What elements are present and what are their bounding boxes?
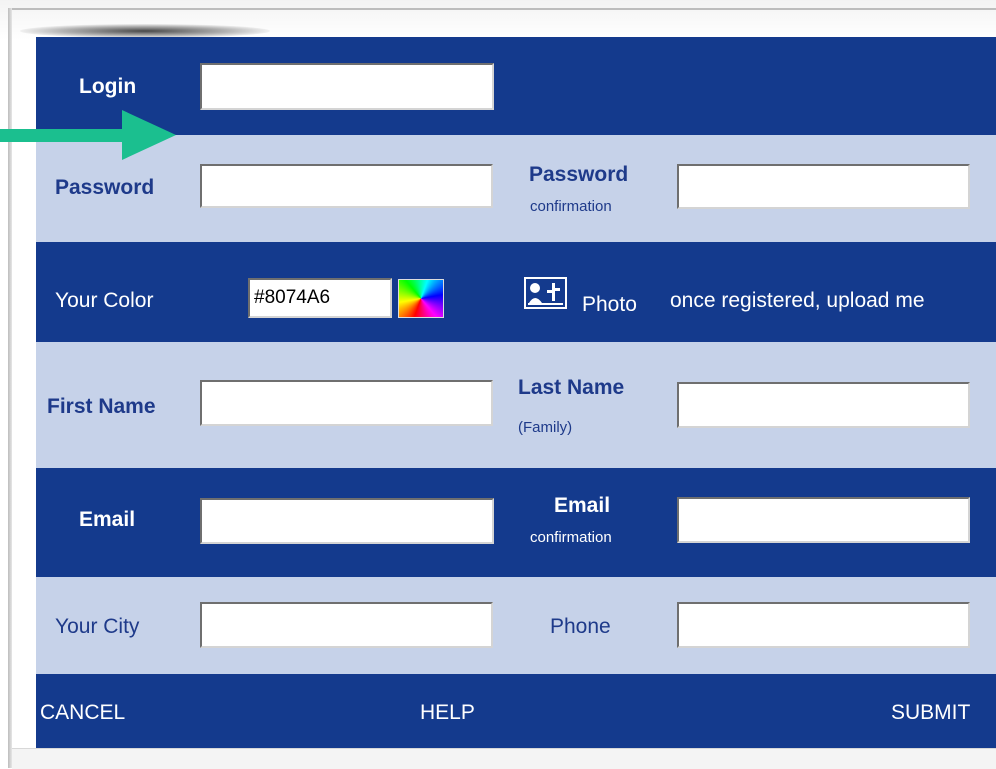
password-confirmation-sublabel: confirmation xyxy=(530,198,612,215)
color-input[interactable] xyxy=(248,278,392,318)
cancel-button[interactable]: CANCEL xyxy=(40,701,125,725)
registration-form: Login Password Password confirmation You… xyxy=(36,37,996,748)
footer-bar: CANCEL HELP SUBMIT xyxy=(36,674,996,748)
color-label: Your Color xyxy=(55,289,154,312)
first-name-label: First Name xyxy=(47,395,156,418)
color-wheel-icon[interactable] xyxy=(398,279,444,318)
password-confirmation-input[interactable] xyxy=(677,164,970,209)
login-input[interactable] xyxy=(200,63,494,110)
password-label: Password xyxy=(55,176,155,199)
city-label: Your City xyxy=(55,615,140,638)
email-label: Email xyxy=(79,508,136,531)
city-input[interactable] xyxy=(200,602,493,648)
email-confirmation-sublabel: confirmation xyxy=(530,529,612,546)
color-photo-row: Your Color Photo once registered, upload… xyxy=(36,242,996,342)
email-input[interactable] xyxy=(200,498,494,544)
password-confirmation-label: Password xyxy=(529,163,629,186)
window-shadow xyxy=(20,24,270,38)
submit-button[interactable]: SUBMIT xyxy=(891,701,970,725)
photo-upload-note: once registered, upload me xyxy=(670,289,925,312)
last-name-label: Last Name xyxy=(518,376,625,399)
phone-input[interactable] xyxy=(677,602,970,648)
city-phone-row: Your City Phone xyxy=(36,577,996,674)
login-label: Login xyxy=(79,75,137,98)
help-button[interactable]: HELP xyxy=(420,701,475,725)
photo-label: Photo xyxy=(582,293,637,316)
password-row: Password Password confirmation xyxy=(36,135,996,242)
window-top-border xyxy=(10,8,996,10)
last-name-input[interactable] xyxy=(677,382,970,428)
login-row: Login xyxy=(36,37,996,135)
name-row: First Name Last Name (Family) xyxy=(36,342,996,468)
photo-icon[interactable] xyxy=(524,277,567,309)
email-row: Email Email confirmation xyxy=(36,468,996,577)
arrow-right-icon xyxy=(0,110,176,160)
password-input[interactable] xyxy=(200,164,493,208)
last-name-sublabel: (Family) xyxy=(518,419,573,436)
email-confirmation-input[interactable] xyxy=(677,497,970,543)
window-bottom-edge xyxy=(12,748,996,769)
email-confirmation-label: Email xyxy=(554,494,611,517)
phone-label: Phone xyxy=(550,615,611,638)
first-name-input[interactable] xyxy=(200,380,493,426)
